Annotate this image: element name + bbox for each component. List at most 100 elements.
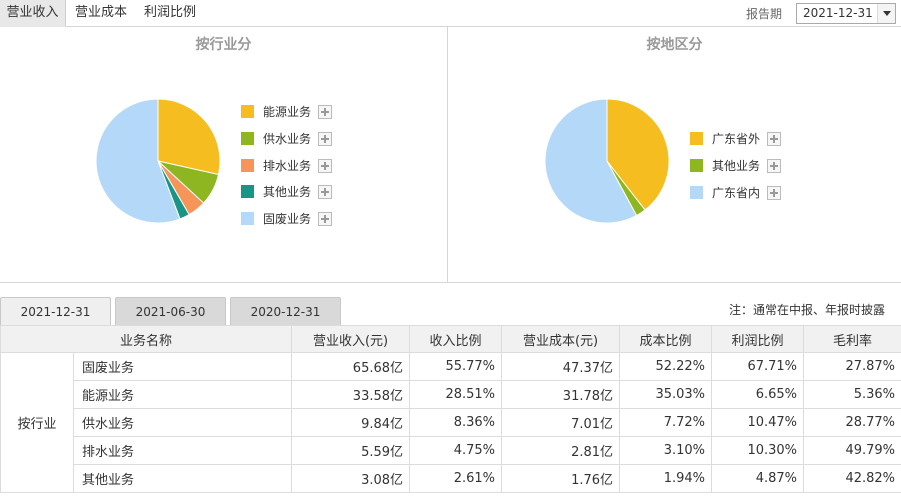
revenue-ratio-cell: 55.77% (409, 352, 503, 381)
tab-revenue[interactable]: 营业收入 (0, 0, 66, 27)
revenue-cell: 33.58亿 (291, 380, 411, 409)
legend-item-inside-guangdong[interactable]: 广东省内 (690, 185, 800, 201)
legend-label: 排水业务 (263, 159, 312, 173)
gross-margin-cell: 28.77% (803, 408, 901, 437)
legend-swatch (241, 212, 254, 225)
legend-item-water-supply[interactable]: 供水业务 (241, 131, 351, 147)
legend-label: 其他业务 (263, 185, 312, 199)
revenue-ratio-cell: 28.51% (409, 380, 503, 409)
cost-ratio-cell: 1.94% (619, 464, 713, 493)
legend-item-drainage[interactable]: 排水业务 (241, 158, 351, 174)
legend-item-other[interactable]: 其他业务 (690, 158, 800, 174)
legend-label: 广东省内 (712, 186, 761, 200)
revenue-ratio-cell: 8.36% (409, 408, 503, 437)
report-period-select[interactable]: 2021-12-31 (796, 3, 896, 24)
profit-ratio-cell: 10.47% (711, 408, 805, 437)
report-period-label: 报告期 (746, 7, 783, 21)
group-label: 按行业 (0, 352, 74, 493)
gross-margin-cell: 49.79% (803, 436, 901, 465)
table-header-row: 业务名称 营业收入(元) 收入比例 营业成本(元) 成本比例 利润比例 毛利率 (0, 325, 901, 353)
legend-label: 其他业务 (712, 159, 761, 173)
plus-icon[interactable] (318, 105, 332, 119)
profit-ratio-cell: 4.87% (711, 464, 805, 493)
period-tab-2020-12-31[interactable]: 2020-12-31 (230, 297, 341, 325)
disclosure-note: 注：通常在中报、年报时披露 (729, 303, 886, 317)
column-header: 利润比例 (711, 325, 805, 353)
plus-icon[interactable] (318, 212, 332, 226)
tab-cost[interactable]: 营业成本 (68, 0, 134, 27)
business-name-cell: 能源业务 (72, 380, 293, 409)
region-chart-title: 按地区分 (646, 37, 703, 53)
table-row: 能源业务 33.58亿 28.51% 31.78亿 35.03% 6.65% 5… (1, 380, 901, 409)
business-breakdown-table: 业务名称 营业收入(元) 收入比例 营业成本(元) 成本比例 利润比例 毛利率 … (0, 325, 901, 493)
gross-margin-cell: 42.82% (803, 464, 901, 493)
table-row: 排水业务 5.59亿 4.75% 2.81亿 3.10% 10.30% 49.7… (1, 436, 901, 465)
legend-item-solid-waste[interactable]: 固废业务 (241, 211, 351, 227)
profit-ratio-cell: 67.71% (711, 352, 805, 381)
profit-ratio-cell: 6.65% (711, 380, 805, 409)
legend-label: 广东省外 (712, 132, 761, 146)
column-header: 收入比例 (409, 325, 503, 353)
plus-icon[interactable] (318, 185, 332, 199)
cost-cell: 7.01亿 (501, 408, 621, 437)
legend-item-energy[interactable]: 能源业务 (241, 104, 351, 120)
legend-swatch (690, 186, 703, 199)
table-row: 其他业务 3.08亿 2.61% 1.76亿 1.94% 4.87% 42.82… (1, 464, 901, 493)
revenue-ratio-cell: 4.75% (409, 436, 503, 465)
cost-cell: 47.37亿 (501, 352, 621, 381)
table-row: 供水业务 9.84亿 8.36% 7.01亿 7.72% 10.47% 28.7… (1, 408, 901, 437)
business-name-cell: 供水业务 (72, 408, 293, 437)
revenue-ratio-cell: 2.61% (409, 464, 503, 493)
legend-swatch (241, 132, 254, 145)
legend-swatch (241, 159, 254, 172)
plus-icon[interactable] (318, 159, 332, 173)
tab-profit-ratio[interactable]: 利润比例 (137, 0, 203, 27)
plus-icon[interactable] (767, 132, 781, 146)
cost-ratio-cell: 35.03% (619, 380, 713, 409)
period-tab-2021-06-30[interactable]: 2021-06-30 (115, 297, 226, 325)
legend-label: 能源业务 (263, 105, 312, 119)
gross-margin-cell: 27.87% (803, 352, 901, 381)
column-header: 成本比例 (619, 325, 713, 353)
region-chart-panel: 按地区分 广东省外 其他业务 广东省内 (448, 27, 901, 283)
region-pie-chart (544, 98, 670, 224)
business-name-cell: 固废业务 (72, 352, 293, 381)
industry-pie-chart (95, 98, 221, 224)
revenue-cell: 9.84亿 (291, 408, 411, 437)
column-header: 营业收入(元) (291, 325, 411, 353)
cost-ratio-cell: 3.10% (619, 436, 713, 465)
business-name-cell: 其他业务 (72, 464, 293, 493)
legend-swatch (241, 105, 254, 118)
report-period-value: 2021-12-31 (803, 6, 873, 20)
plus-icon[interactable] (767, 186, 781, 200)
cost-cell: 31.78亿 (501, 380, 621, 409)
gross-margin-cell: 5.36% (803, 380, 901, 409)
legend-item-outside-guangdong[interactable]: 广东省外 (690, 131, 800, 147)
column-header: 营业成本(元) (501, 325, 621, 353)
revenue-cell: 3.08亿 (291, 464, 411, 493)
profit-ratio-cell: 10.30% (711, 436, 805, 465)
chevron-down-icon[interactable] (877, 4, 895, 23)
plus-icon[interactable] (318, 132, 332, 146)
cost-ratio-cell: 7.72% (619, 408, 713, 437)
cost-cell: 1.76亿 (501, 464, 621, 493)
table-row: 按行业 固废业务 65.68亿 55.77% 47.37亿 52.22% 67.… (0, 352, 901, 493)
column-header: 业务名称 (0, 325, 293, 353)
legend-item-other[interactable]: 其他业务 (241, 184, 351, 200)
industry-chart-panel: 按行业分 能源业务 供水业务 排水业务 其他业务 固废业务 (0, 27, 448, 283)
cost-cell: 2.81亿 (501, 436, 621, 465)
period-tab-2021-12-31[interactable]: 2021-12-31 (0, 297, 111, 325)
legend-swatch (690, 159, 703, 172)
top-tab-bar: 营业收入 营业成本 利润比例 报告期 2021-12-31 (0, 0, 901, 27)
revenue-cell: 5.59亿 (291, 436, 411, 465)
legend-label: 供水业务 (263, 132, 312, 146)
legend-swatch (690, 132, 703, 145)
business-name-cell: 排水业务 (72, 436, 293, 465)
legend-label: 固废业务 (263, 212, 312, 226)
revenue-cell: 65.68亿 (291, 352, 411, 381)
legend-swatch (241, 185, 254, 198)
plus-icon[interactable] (767, 159, 781, 173)
industry-chart-title: 按行业分 (195, 37, 252, 53)
column-header: 毛利率 (803, 325, 901, 353)
cost-ratio-cell: 52.22% (619, 352, 713, 381)
